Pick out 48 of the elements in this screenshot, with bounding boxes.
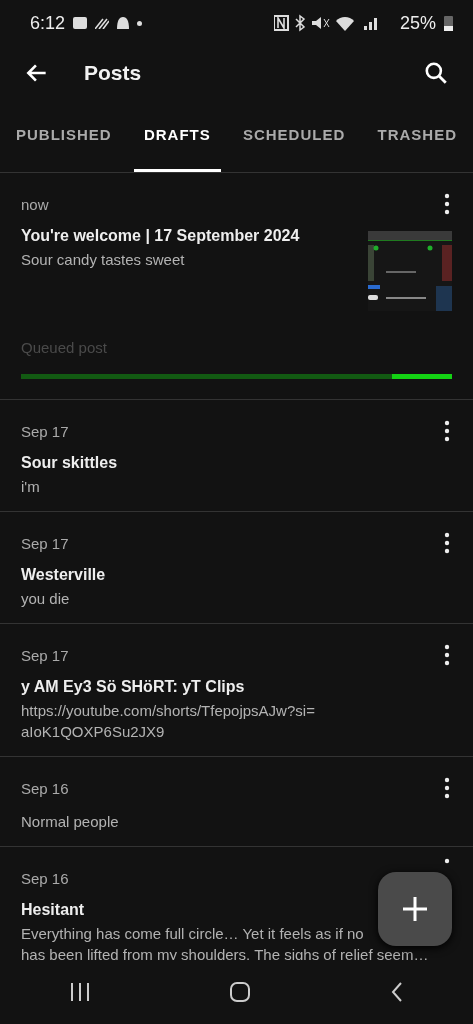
post-date: Sep 17 (21, 534, 69, 552)
post-title: You're welcome | 17 September 2024 (21, 227, 300, 245)
image-icon (73, 17, 88, 29)
battery-percent: 25% (399, 12, 436, 34)
post-excerpt: https://youtube.com/shorts/TfepojpsAJw?si= (21, 701, 315, 721)
tab[interactable]: SCHEDULED (232, 100, 356, 172)
post-date: Sep 17 (21, 422, 69, 440)
more-options-button[interactable] (442, 531, 452, 555)
back-icon[interactable] (389, 981, 404, 1003)
more-icon (442, 419, 452, 443)
post-excerpt: aIoK1QOXP6Su2JX9 (21, 722, 165, 742)
post-excerpt: Everything has come full circle… Yet it feels as if no (21, 924, 364, 944)
more-options-button[interactable] (442, 419, 452, 443)
tab[interactable]: DRAFTS (133, 100, 221, 172)
home-icon[interactable] (229, 981, 252, 1003)
post-title: Westerville (21, 566, 106, 584)
post-date: Sep 16 (21, 869, 69, 887)
search-icon (423, 60, 449, 86)
more-icon (442, 776, 452, 800)
stripes-icon (95, 17, 110, 29)
queued-status: Queued post (21, 339, 108, 356)
post-date: Sep 16 (21, 779, 69, 797)
post-excerpt: i'm (21, 477, 40, 497)
post-excerpt: you die (21, 589, 70, 609)
dot-icon (137, 20, 143, 26)
more-icon (442, 531, 452, 555)
plus-icon (401, 895, 429, 923)
battery-icon (444, 15, 453, 31)
post-title: Sour skittles (21, 454, 118, 472)
status-time: 6:12 (30, 12, 66, 34)
ghost-icon (117, 17, 130, 29)
post-title: y AM Ey3 Sö SHöRT: yT Clips (21, 678, 245, 696)
toolbar-title: Posts (84, 61, 143, 85)
recent-apps-icon[interactable] (69, 982, 92, 1002)
post-excerpt: Sour candy tastes sweet (21, 250, 185, 270)
more-icon (442, 192, 452, 216)
more-options-button[interactable] (442, 643, 452, 667)
tab[interactable]: TRASHED (367, 100, 467, 172)
more-options-button[interactable] (442, 192, 452, 216)
add-button[interactable] (378, 872, 452, 946)
tab[interactable]: PUBLISHED (6, 100, 122, 172)
post-date: Sep 17 (21, 646, 69, 664)
more-options-button[interactable] (442, 857, 452, 864)
more-icon (442, 643, 452, 667)
post-excerpt: Normal people (21, 812, 119, 832)
post-title: Hesitant (21, 901, 85, 919)
post-date: now (21, 195, 49, 213)
more-options-button[interactable] (442, 776, 452, 800)
